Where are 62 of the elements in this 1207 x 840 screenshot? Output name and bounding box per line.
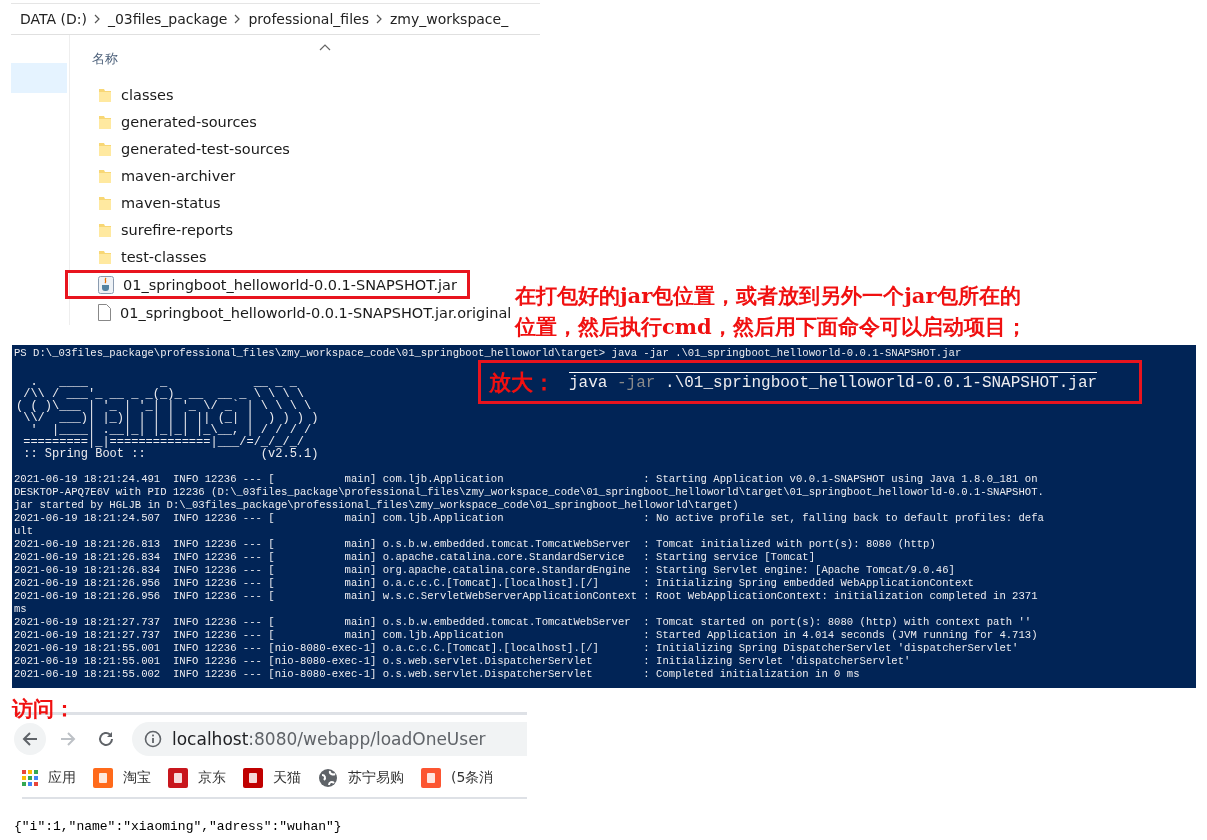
info-icon [144,730,162,748]
breadcrumb-item[interactable]: DATA (D:) [20,11,87,27]
bookmark-item[interactable]: 应用 [22,769,76,787]
bookmark-item[interactable]: 天猫 [243,768,301,788]
log-line: 2021-06-19 18:21:24.491 INFO 12236 --- [ main] com.ljb.Application : Starting Application v0.0.1-SNAPSHOT using Java 1.8.0_181 on [14,473,1039,486]
file-row[interactable]: maven-status [65,189,234,216]
log-line: 2021-06-19 18:21:26.834 INFO 12236 --- [ main] o.apache.catalina.core.StandardService : Starting service [Tomcat] [14,551,817,564]
log-line: 2021-06-19 18:21:55.001 INFO 12236 --- [nio-8080-exec-1] o.s.web.servlet.DispatcherServlet : Initializing Servlet 'dispatcherServlet' [14,655,912,668]
callout-label: 放大： [489,368,555,397]
bookmark-item[interactable]: 苏宁易购 [318,768,404,788]
annotation-text: 在打包好的jar包位置，或者放到另外一个jar包所在的 位置，然后执行cmd，然后用下面命令可以启动项目； [515,282,1027,341]
chevron-icon [93,14,101,24]
document-icon [98,304,111,321]
file-row[interactable]: generated-test-sources [65,135,303,162]
log-line: ult [14,525,35,538]
log-line: 2021-06-19 18:21:24.507 INFO 12236 --- [ main] com.ljb.Application : No active profile set, falling back to default profiles: defa [14,512,1045,525]
folder-icon [98,140,112,157]
file-row[interactable]: generated-sources [65,108,270,135]
folder-icon [98,86,112,103]
command-prompt: PS D:\_03files_package\professional_files\zmy_workspace_code\01_springboot_helloworld\target> java -jar .\01_springboot_helloworld-0.0.1-SNAPSHOT.jar [14,347,963,360]
file-row[interactable]: classes [65,81,187,108]
log-line: 2021-06-19 18:21:26.956 INFO 12236 --- [ main] o.a.c.c.C.[Tomcat].[localhost].[/] : Initializing Spring embedded WebApplicationContext [14,577,975,590]
file-row[interactable]: maven-archiver [65,162,249,189]
chevron-icon [234,14,242,24]
breadcrumb-item[interactable]: _03files_package [107,11,228,27]
log-line: 2021-06-19 18:21:55.002 INFO 12236 --- [nio-8080-exec-1] o.s.web.servlet.DispatcherServlet : Completed initialization in 0 ms [14,668,861,681]
bookmark-item[interactable]: 淘宝 [93,768,151,788]
bookmark-item[interactable]: 京东 [168,768,226,788]
log-line: 2021-06-19 18:21:55.001 INFO 12236 --- [nio-8080-exec-1] o.a.c.c.C.[Tomcat].[localhost].[/] : Initializing Spring DispatcherServlet 'dispatcherServlet' [14,642,1020,655]
highlighted-file-row[interactable]: 01_springboot_helloworld-0.0.1-SNAPSHOT.jar [65,270,470,299]
startup-banner-text: . ____ _ __ _ _ /\\ / ___'_ __ _ _(_)_ __ __ _ \ \ \ \ ( ( )\___ | '_ | '_| | '_ \/ _` | \ \ \ \ \\/ ___)| |_)| | | | | || (_| | ) ) ) ) ' |____| .__|_| |_|_| |_\__, | / / / / =========|_|==============|___/=/_/_/_/ :: Spring Boot :: (v2.5.1) [16,376,319,460]
breadcrumb-item[interactable]: zmy_workspace_ [389,11,509,27]
folder-icon [98,113,112,130]
back-button[interactable] [14,723,46,755]
forward-arrow-icon [59,730,77,748]
bookmark-item[interactable]: (5条消 [421,768,494,788]
folder-icon [98,248,112,265]
back-arrow-icon [21,730,39,748]
folder-icon [98,194,112,211]
log-line: 2021-06-19 18:21:27.737 INFO 12236 --- [ main] o.s.b.w.embedded.tomcat.TomcatWebServer : Tomcat started on port(s): 8080 (http) with context path '' [14,616,1033,629]
chevron-icon [375,14,383,24]
file-row[interactable]: test-classes [65,243,220,270]
address-bar[interactable]: localhost:8080/webapp/loadOneUser [132,722,527,756]
enlarged-command: java -jar .\01_springboot_helloworld-0.0.1-SNAPSHOT.jar [569,371,1098,393]
annotation-text: 访问： [12,696,75,722]
log-line: 2021-06-19 18:21:26.834 INFO 12236 --- [ main] org.apache.catalina.core.StandardEngine : Starting Servlet engine: [Apache Tomcat/9.0.46] [14,564,956,577]
url-text: localhost:8080/webapp/loadOneUser [172,729,486,749]
log-line: ms [14,603,28,616]
log-line: 2021-06-19 18:21:26.813 INFO 12236 --- [ main] o.s.b.w.embedded.tomcat.TomcatWebServer : Tomcat initialized with port(s): 8080 (http) [14,538,937,551]
breadcrumb-item[interactable]: professional_files [248,11,369,27]
reload-icon [97,730,115,748]
file-row[interactable]: surefire-reports [65,216,247,243]
log-line: 2021-06-19 18:21:27.737 INFO 12236 --- [ main] com.ljb.Application : Started Application in 4.014 seconds (JVM running for 4.713) [14,629,1039,642]
log-line: DESKTOP-APQ7E6V with PID 12236 (D:\_03files_package\professional_files\zmy_workspace_code\01_springboot_helloworld\target\01_springboot_helloworld-0.0.1-SNAPSHOT. [14,486,1045,499]
log-line: 2021-06-19 18:21:26.956 INFO 12236 --- [ main] w.s.c.ServletWebServerApplicationContext : Root WebApplicationContext: initialization completed in 2371 [14,590,1039,603]
folder-icon [98,167,112,184]
java-cup-icon [98,275,114,294]
column-header[interactable]: 名称 [92,50,118,68]
folder-icon [98,221,112,238]
log-line: jar started by HGLJB in D:\_03files_package\professional_files\zmy_workspace_code\01_springboot_helloworld\target) [14,499,740,512]
sort-caret-icon [319,44,331,51]
response-text: {"i":1,"name":"xiaoming","adress":"wuhan"} [14,819,342,834]
